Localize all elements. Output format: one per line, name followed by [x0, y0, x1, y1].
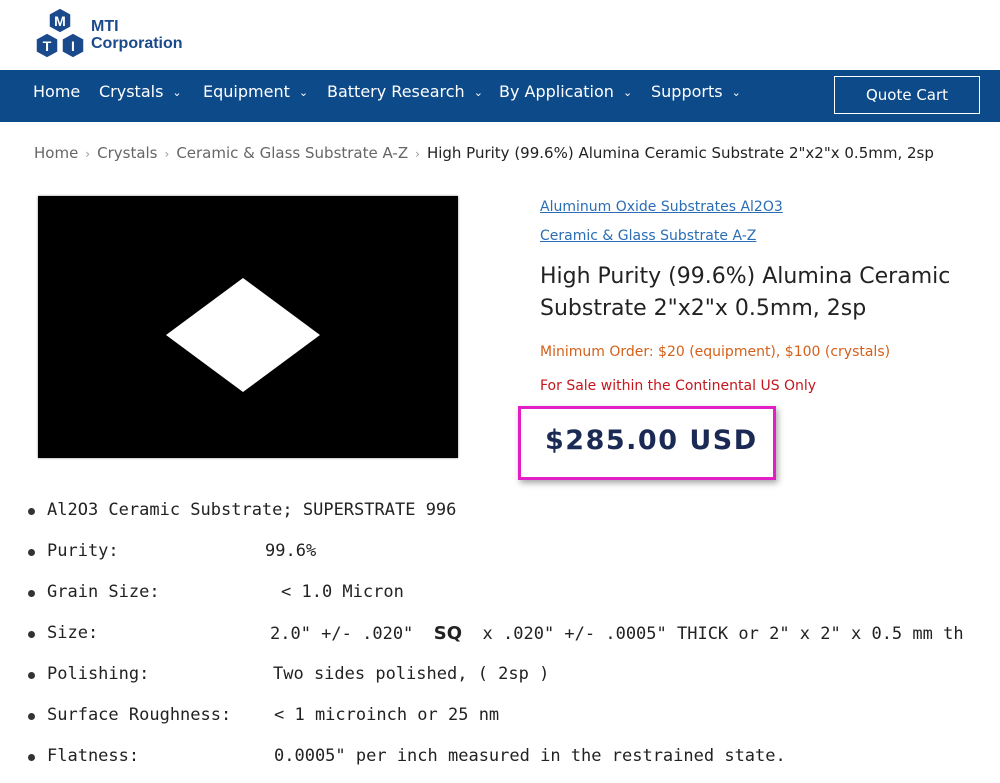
nav-item-home[interactable]: Home	[33, 70, 80, 114]
sale-region-note: For Sale within the Continental US Only	[540, 378, 817, 394]
logo-letter-m: M	[54, 13, 66, 29]
spec-value-part: 2.0" +/- .020"	[270, 624, 414, 644]
price-highlight-box: $285.00 USD	[518, 406, 776, 480]
breadcrumb-separator: ›	[164, 147, 170, 161]
chevron-down-icon: ⌄	[298, 86, 309, 99]
spec-value: < 1.0 Micron	[281, 582, 404, 602]
spec-label: Grain Size:	[47, 582, 160, 602]
bullet-icon	[28, 549, 35, 556]
product-title: High Purity (99.6%) Alumina Ceramic Subs…	[540, 264, 951, 321]
brand-name-line2: Corporation	[91, 35, 183, 52]
nav-item-label: Crystals	[99, 82, 164, 101]
minimum-order-note: Minimum Order: $20 (equipment), $100 (cr…	[540, 344, 891, 360]
chevron-down-icon: ⌄	[622, 86, 633, 99]
breadcrumb: Home › Crystals › Ceramic & Glass Substrate …	[34, 144, 934, 162]
spec-label: Polishing:	[47, 664, 150, 684]
category-link-ceramic-glass[interactable]: Ceramic & Glass Substrate A-Z	[540, 228, 756, 244]
product-price: $285.00 USD	[545, 425, 758, 456]
nav-item-crystals[interactable]: Crystals ⌄	[99, 70, 182, 114]
category-link-aluminum-oxide[interactable]: Aluminum Oxide Substrates Al2O3	[540, 199, 783, 215]
breadcrumb-separator: ›	[85, 147, 91, 161]
hexagon-logo-icon: M T I	[35, 7, 85, 59]
nav-item-battery-research[interactable]: Battery Research ⌄	[327, 70, 483, 114]
spec-value-sq: SQ	[433, 623, 463, 644]
spec-value: Two sides polished, ( 2sp )	[273, 664, 550, 684]
spec-value-part: x .020" +/- .0005" THICK or 2" x 2" x 0.…	[482, 624, 964, 644]
bullet-icon	[28, 590, 35, 597]
spec-label: Flatness:	[47, 746, 140, 766]
bullet-icon	[28, 508, 35, 515]
substrate-diamond-image	[38, 196, 458, 458]
breadcrumb-separator: ›	[415, 147, 420, 161]
spec-label: Surface Roughness:	[47, 705, 232, 725]
breadcrumb-home[interactable]: Home	[34, 144, 78, 162]
site-header: M T I MTI Corporation	[0, 0, 1000, 70]
breadcrumb-crystals[interactable]: Crystals	[97, 144, 157, 162]
chevron-down-icon: ⌄	[473, 86, 483, 99]
nav-item-label: By Application	[499, 82, 614, 101]
chevron-down-icon: ⌄	[731, 86, 741, 99]
logo-letter-i: I	[71, 38, 75, 54]
spec-value: 2.0" +/- .020" SQ x .020" +/- .0005" THI…	[270, 623, 964, 644]
nav-item-equipment[interactable]: Equipment ⌄	[203, 70, 308, 114]
brand-name: MTI Corporation	[91, 18, 183, 52]
bullet-icon	[28, 713, 35, 720]
nav-item-label: Equipment	[203, 82, 290, 101]
nav-item-label: Home	[33, 82, 81, 101]
spec-value: 99.6%	[265, 541, 317, 561]
nav-item-label: Supports	[651, 82, 723, 101]
spec-label: Al2O3 Ceramic Substrate; SUPERSTRATE 996	[47, 500, 457, 520]
spec-value: < 1 microinch or 25 nm	[274, 705, 500, 725]
bullet-icon	[28, 672, 35, 679]
nav-item-label: Battery Research	[327, 82, 465, 101]
quote-cart-button[interactable]: Quote Cart	[834, 76, 980, 114]
mti-logo[interactable]: M T I MTI Corporation	[33, 5, 203, 63]
logo-letter-t: T	[43, 38, 52, 54]
chevron-down-icon: ⌄	[172, 86, 182, 99]
brand-name-line1: MTI	[91, 18, 119, 35]
breadcrumb-current: High Purity (99.6%) Alumina Ceramic Subs…	[426, 144, 934, 162]
spec-label: Size:	[47, 623, 99, 643]
main-navigation: Home Crystals ⌄ Equipment ⌄ Battery Resear…	[0, 70, 1000, 122]
nav-item-supports[interactable]: Supports ⌄	[651, 70, 741, 114]
spec-label: Purity:	[47, 541, 119, 561]
bullet-icon	[28, 754, 35, 761]
breadcrumb-ceramic-glass[interactable]: Ceramic & Glass Substrate A-Z	[176, 144, 408, 162]
bullet-icon	[28, 631, 35, 638]
nav-item-by-application[interactable]: By Application ⌄	[499, 70, 632, 114]
product-image[interactable]	[38, 196, 458, 458]
spec-value: 0.0005" per inch measured in the restrai…	[274, 746, 786, 766]
